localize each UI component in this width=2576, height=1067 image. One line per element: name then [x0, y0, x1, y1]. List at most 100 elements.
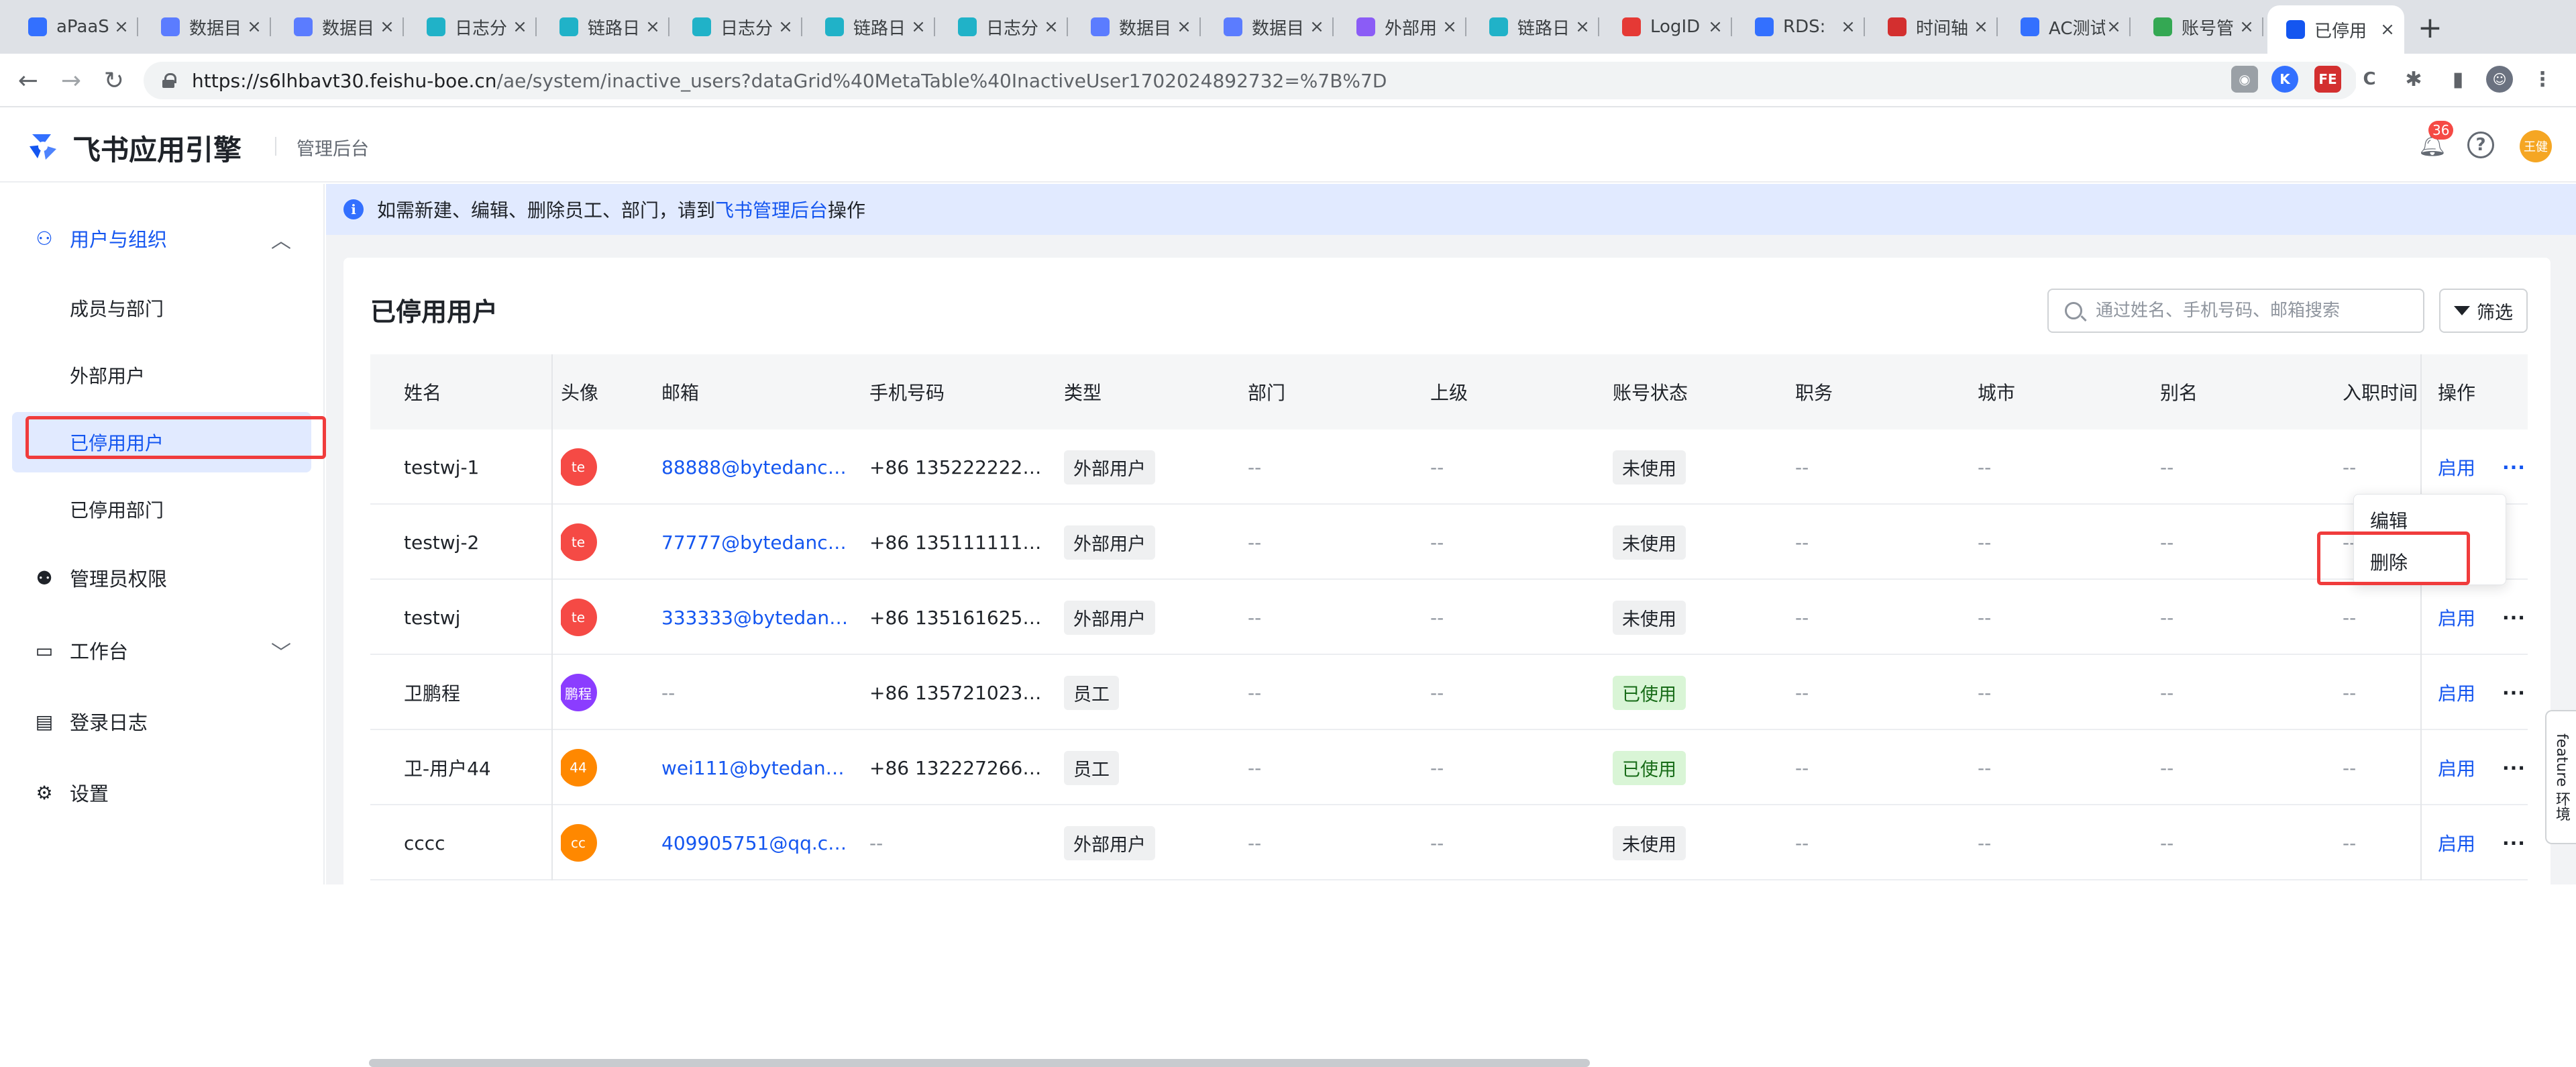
column-header-avatar[interactable]: 头像 — [561, 354, 648, 429]
user-avatar[interactable]: 王健 — [2520, 130, 2552, 162]
enable-button[interactable]: 启用 — [2438, 454, 2475, 480]
close-tab-icon[interactable]: × — [644, 17, 661, 37]
close-tab-icon[interactable]: × — [910, 17, 927, 37]
browser-tab[interactable]: 数据目 × — [1072, 8, 1201, 46]
column-header-job-title[interactable]: 职务 — [1795, 354, 1963, 429]
notification-badge: 36 — [2428, 121, 2454, 140]
column-header-hire-date[interactable]: 入职时间 — [2343, 354, 2420, 429]
extension-globe-icon[interactable]: ◉ — [2231, 66, 2258, 93]
browser-tab[interactable]: 时间轴 × — [1869, 8, 1998, 46]
close-tab-icon[interactable]: × — [2238, 17, 2255, 37]
cell-actions: 启用 ··· — [2438, 655, 2545, 730]
browser-tab[interactable]: 链路日 × — [1470, 8, 1599, 46]
sidebar-group-users-org[interactable]: ⚇ 用户与组织 — [32, 224, 294, 252]
sidebar-item-inactive-departments[interactable]: 已停用部门 — [12, 479, 311, 540]
enable-button[interactable]: 启用 — [2438, 604, 2475, 631]
browser-tab[interactable]: 日志分 × — [939, 8, 1068, 46]
reload-icon[interactable]: ↻ — [99, 66, 129, 95]
column-header-city[interactable]: 城市 — [1978, 354, 2145, 429]
chevron-down-icon[interactable]: ﹀ — [271, 636, 291, 666]
close-tab-icon[interactable]: × — [1042, 17, 1060, 37]
close-tab-icon[interactable]: × — [2379, 19, 2396, 40]
browser-tab[interactable]: LogID × — [1603, 8, 1732, 46]
search-box[interactable] — [2047, 289, 2424, 333]
column-header-phone[interactable]: 手机号码 — [869, 354, 1051, 429]
extensions-puzzle-icon[interactable]: ✱ — [2400, 66, 2427, 93]
email-text[interactable]: 333333@bytedance.com — [661, 607, 849, 629]
column-header-alias[interactable]: 别名 — [2160, 354, 2328, 429]
browser-tab[interactable]: 数据目 × — [142, 8, 271, 46]
more-actions-icon[interactable]: ··· — [2502, 607, 2526, 629]
more-actions-icon[interactable]: ··· — [2502, 456, 2526, 478]
column-header-department[interactable]: 部门 — [1248, 354, 1415, 429]
profile-avatar-icon[interactable]: ☺ — [2486, 66, 2513, 93]
email-text[interactable]: 88888@bytedance.com — [661, 456, 849, 478]
close-tab-icon[interactable]: × — [1972, 17, 1990, 37]
browser-tab[interactable]: 账号管 × — [2135, 8, 2263, 46]
enable-button[interactable]: 启用 — [2438, 754, 2475, 781]
status-badge: 已使用 — [1613, 675, 1686, 710]
sidebar-item-external-users[interactable]: 外部用户 — [12, 345, 311, 405]
address-bar[interactable]: https://s6lhbavt30.feishu-boe.cn/ae/syst… — [144, 62, 2357, 99]
browser-tab[interactable]: 数据目 × — [1205, 8, 1334, 46]
browser-tab[interactable]: 数据目 × — [275, 8, 404, 46]
sidebar-group-login-log[interactable]: ▤ 登录日志 — [32, 707, 148, 735]
horizontal-scrollbar[interactable] — [369, 1059, 1590, 1067]
enable-button[interactable]: 启用 — [2438, 679, 2475, 706]
close-tab-icon[interactable]: × — [1308, 17, 1326, 37]
close-tab-icon[interactable]: × — [378, 17, 396, 37]
browser-tab[interactable]: AC测试 × — [2002, 8, 2131, 46]
more-actions-icon[interactable]: ··· — [2502, 757, 2526, 779]
email-text[interactable]: 409905751@qq.com — [661, 832, 849, 854]
filter-button[interactable]: 筛选 — [2439, 289, 2528, 333]
search-input[interactable] — [2096, 301, 2418, 321]
more-actions-icon[interactable]: ··· — [2502, 682, 2526, 704]
close-tab-icon[interactable]: × — [246, 17, 263, 37]
back-arrow-icon[interactable]: ← — [13, 66, 43, 95]
side-panel-icon[interactable]: ▮ — [2445, 66, 2471, 93]
admin-console-link[interactable]: 飞书管理后台 — [715, 196, 828, 223]
browser-tab[interactable]: RDS: × — [1736, 8, 1865, 46]
forward-arrow-icon[interactable]: → — [56, 66, 86, 95]
column-header-manager[interactable]: 上级 — [1430, 354, 1598, 429]
browser-tab[interactable]: 外部用 × — [1338, 8, 1466, 46]
chevron-up-icon[interactable]: ︿ — [271, 224, 291, 254]
close-tab-icon[interactable]: × — [113, 17, 130, 37]
close-tab-icon[interactable]: × — [1574, 17, 1591, 37]
extension-c-icon[interactable]: C — [2356, 66, 2383, 93]
close-tab-icon[interactable]: × — [2105, 17, 2123, 37]
close-tab-icon[interactable]: × — [1707, 17, 1724, 37]
help-button[interactable]: ? — [2466, 130, 2496, 160]
browser-tab[interactable]: 日志分 × — [408, 8, 537, 46]
close-tab-icon[interactable]: × — [1175, 17, 1193, 37]
sidebar-item-members-departments[interactable]: 成员与部门 — [12, 278, 311, 338]
close-tab-icon[interactable]: × — [511, 17, 529, 37]
browser-menu-icon[interactable]: ⋮ — [2529, 66, 2556, 93]
column-header-account-status[interactable]: 账号状态 — [1613, 354, 1780, 429]
browser-tab[interactable]: 链路日 × — [541, 8, 669, 46]
job-title-text: -- — [1795, 681, 1809, 704]
extension-fe-icon[interactable]: FE — [2314, 66, 2341, 93]
email-text[interactable]: 77777@bytedance.com — [661, 531, 849, 554]
email-text[interactable]: wei111@bytedance.com — [661, 757, 849, 779]
close-tab-icon[interactable]: × — [777, 17, 794, 37]
new-tab-icon[interactable]: + — [2418, 11, 2443, 45]
close-tab-icon[interactable]: × — [1441, 17, 1458, 37]
menu-item-edit[interactable]: 编辑 — [2370, 507, 2408, 534]
column-header-email[interactable]: 邮箱 — [661, 354, 856, 429]
enable-button[interactable]: 启用 — [2438, 829, 2475, 856]
column-header-name[interactable]: 姓名 — [404, 354, 545, 429]
browser-tab[interactable]: 已停用 × — [2267, 5, 2404, 54]
extension-k-icon[interactable]: K — [2271, 66, 2298, 93]
browser-tab[interactable]: 链路日 × — [806, 8, 935, 46]
sidebar-group-settings[interactable]: ⚙ 设置 — [32, 778, 109, 807]
column-header-actions[interactable]: 操作 — [2438, 354, 2545, 429]
browser-tab[interactable]: 日志分 × — [674, 8, 802, 46]
feature-env-tab[interactable]: feature 环境 — [2545, 710, 2576, 844]
close-tab-icon[interactable]: × — [1839, 17, 1857, 37]
sidebar-group-admin-permissions[interactable]: ⚉ 管理员权限 — [32, 564, 167, 592]
browser-tab[interactable]: aPaaS × — [9, 8, 138, 46]
more-actions-icon[interactable]: ··· — [2502, 832, 2526, 854]
sidebar-group-workbench[interactable]: ▭ 工作台 — [32, 636, 128, 664]
column-header-type[interactable]: 类型 — [1064, 354, 1232, 429]
